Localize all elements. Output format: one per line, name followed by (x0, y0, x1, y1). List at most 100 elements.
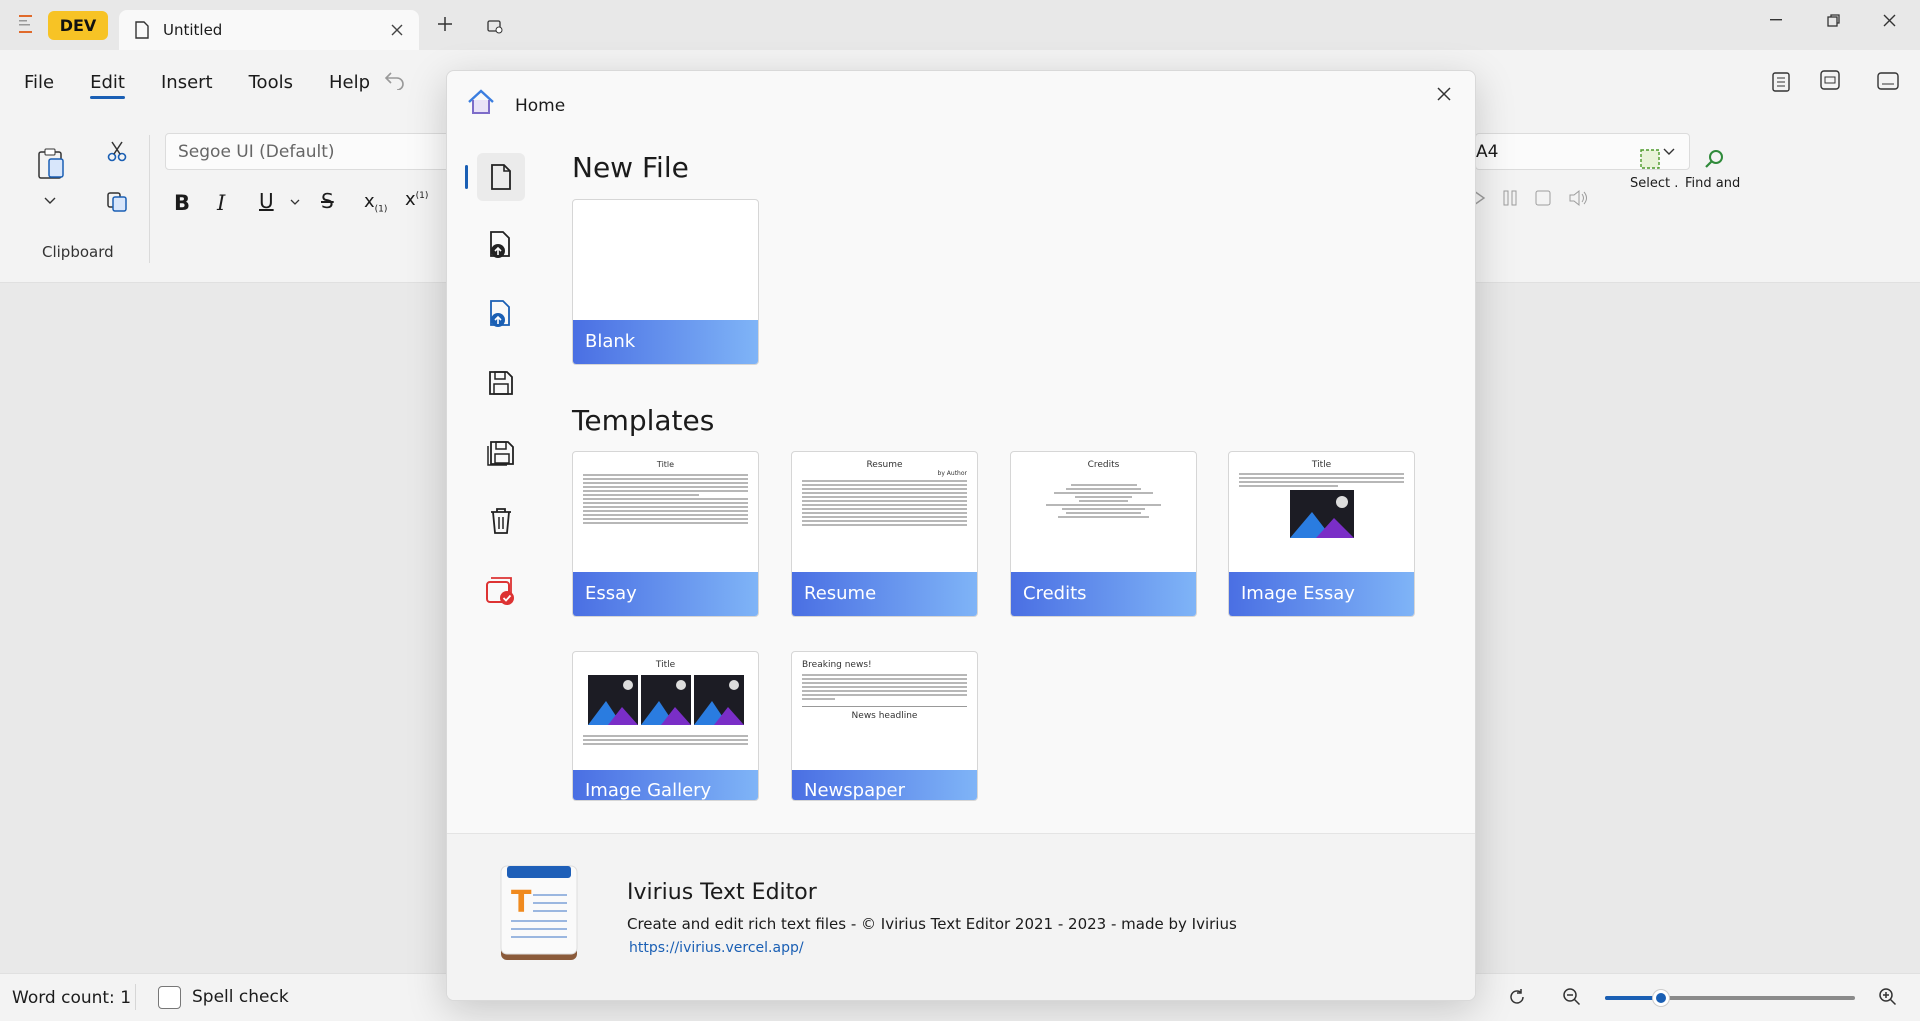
zoom-slider-thumb[interactable] (1653, 990, 1669, 1006)
layout-icon[interactable] (1820, 70, 1840, 90)
sidebar-recent[interactable] (477, 567, 525, 615)
card-label: Blank (573, 320, 758, 364)
tab-title: Untitled (163, 21, 223, 39)
menu-edit[interactable]: Edit (90, 72, 125, 99)
card-preview: Resume by Author (792, 452, 977, 572)
strikethrough-icon[interactable]: S (321, 189, 334, 213)
sidebar-save[interactable] (477, 359, 525, 407)
image-placeholder-icon (693, 675, 744, 725)
close-window-icon[interactable] (1866, 0, 1912, 40)
new-tab-icon[interactable] (437, 16, 453, 32)
blank-template-card[interactable]: Blank (572, 199, 759, 365)
card-preview: Breaking news! News headline (792, 652, 977, 770)
zoom-slider[interactable] (1605, 990, 1855, 1006)
cut-icon[interactable] (106, 140, 128, 162)
image-placeholder-icon (587, 675, 638, 725)
card-preview: Credits (1011, 452, 1196, 572)
media-controls (1472, 189, 1588, 207)
spell-check-label: Spell check (192, 987, 289, 1007)
font-family-box[interactable]: Segoe UI (Default) (165, 133, 465, 170)
image-placeholder-icon (640, 675, 691, 725)
templates-heading: Templates (572, 404, 715, 437)
subscript-icon[interactable]: x(1) (364, 191, 387, 215)
new-file-heading: New File (572, 151, 689, 184)
chevron-down-icon (1663, 148, 1675, 156)
restore-icon[interactable] (1810, 0, 1856, 40)
copy-icon[interactable] (106, 191, 128, 213)
credits-template-card[interactable]: Credits Credits (1010, 451, 1197, 617)
card-label: Image Essay (1229, 572, 1414, 616)
find-label[interactable]: Find and (1685, 176, 1740, 191)
home-dialog: Home New File Blank Templates Title Essa… (446, 70, 1476, 1001)
find-icon[interactable] (1704, 149, 1724, 169)
italic-icon[interactable]: I (217, 191, 225, 215)
essay-template-card[interactable]: Title Essay (572, 451, 759, 617)
bold-icon[interactable]: B (174, 191, 190, 215)
preview-title: Breaking news! (802, 660, 872, 670)
menu-help[interactable]: Help (329, 72, 370, 93)
app-url-link[interactable]: https://ivirius.vercel.app/ (629, 940, 804, 956)
clipboard-group-label: Clipboard (42, 243, 114, 261)
undo-icon[interactable] (384, 70, 406, 90)
app-name: Ivirius Text Editor (627, 880, 817, 905)
clipboard-view-icon[interactable] (1772, 70, 1790, 92)
dev-badge: DEV (48, 11, 108, 40)
app-icon (18, 14, 34, 34)
card-label: Image Gallery (573, 770, 758, 800)
preview-title: Credits (1087, 460, 1120, 470)
zoom-out-icon[interactable] (1562, 987, 1582, 1007)
speaker-icon[interactable] (1568, 189, 1588, 207)
preview-subtitle: by Author (937, 470, 967, 477)
paste-icon[interactable] (36, 147, 66, 181)
resume-template-card[interactable]: Resume by Author Resume (791, 451, 978, 617)
home-icon (467, 89, 495, 115)
save-icon (489, 371, 513, 395)
sidebar-new-file[interactable] (477, 153, 525, 201)
image-gallery-template-card[interactable]: Title Image Gallery (572, 651, 759, 801)
spell-check-checkbox[interactable] (158, 986, 181, 1009)
home-label: Home (515, 96, 566, 116)
zoom-in-icon[interactable] (1878, 987, 1898, 1007)
minimize-icon[interactable] (1753, 0, 1799, 40)
preview-title: Title (655, 660, 676, 670)
card-label: Newspaper (792, 770, 977, 800)
card-preview: Title (1229, 452, 1414, 572)
open-cloud-icon (490, 300, 510, 327)
preview-title: Title (656, 460, 675, 469)
sidebar-save-as[interactable] (477, 428, 525, 476)
underline-icon[interactable]: U (259, 189, 274, 213)
card-label: Essay (573, 572, 758, 616)
ribbon-divider (149, 135, 150, 263)
sidebar-open-cloud[interactable] (477, 290, 525, 338)
sidebar-delete[interactable] (477, 497, 525, 545)
dialog-footer: T Ivirius Text Editor Create and edit ri… (447, 833, 1475, 1000)
divider (135, 984, 136, 1010)
close-dialog-icon[interactable] (1437, 87, 1451, 101)
image-placeholder-icon (1289, 490, 1354, 538)
tab-actions-icon[interactable] (487, 20, 503, 34)
select-label[interactable]: Select . (1630, 176, 1678, 191)
recent-files-icon (486, 577, 514, 605)
preview-title: Title (1311, 460, 1332, 470)
underline-chevron-icon[interactable] (290, 199, 300, 206)
tab-untitled[interactable]: Untitled (119, 10, 419, 50)
newspaper-template-card[interactable]: Breaking news! News headline Newspaper (791, 651, 978, 801)
stop-icon[interactable] (1534, 189, 1552, 207)
pause-icon[interactable] (1502, 189, 1518, 207)
select-all-icon[interactable] (1640, 149, 1660, 169)
svg-text:T: T (511, 885, 532, 920)
chevron-down-icon[interactable] (44, 197, 56, 205)
close-tab-icon[interactable] (391, 24, 403, 36)
superscript-icon[interactable]: x(1) (405, 189, 428, 210)
sidebar-open-file[interactable] (477, 221, 525, 269)
menu-insert[interactable]: Insert (161, 72, 213, 93)
refresh-icon[interactable] (1508, 988, 1526, 1006)
menu-file[interactable]: File (24, 72, 54, 93)
image-essay-template-card[interactable]: Title Image Essay (1228, 451, 1415, 617)
zoom-slider-fill (1605, 996, 1660, 1000)
menu-tools[interactable]: Tools (249, 72, 293, 93)
new-file-icon (491, 164, 511, 190)
panel-icon[interactable] (1877, 72, 1899, 90)
open-file-icon (490, 231, 510, 258)
card-preview: Title (573, 452, 758, 572)
